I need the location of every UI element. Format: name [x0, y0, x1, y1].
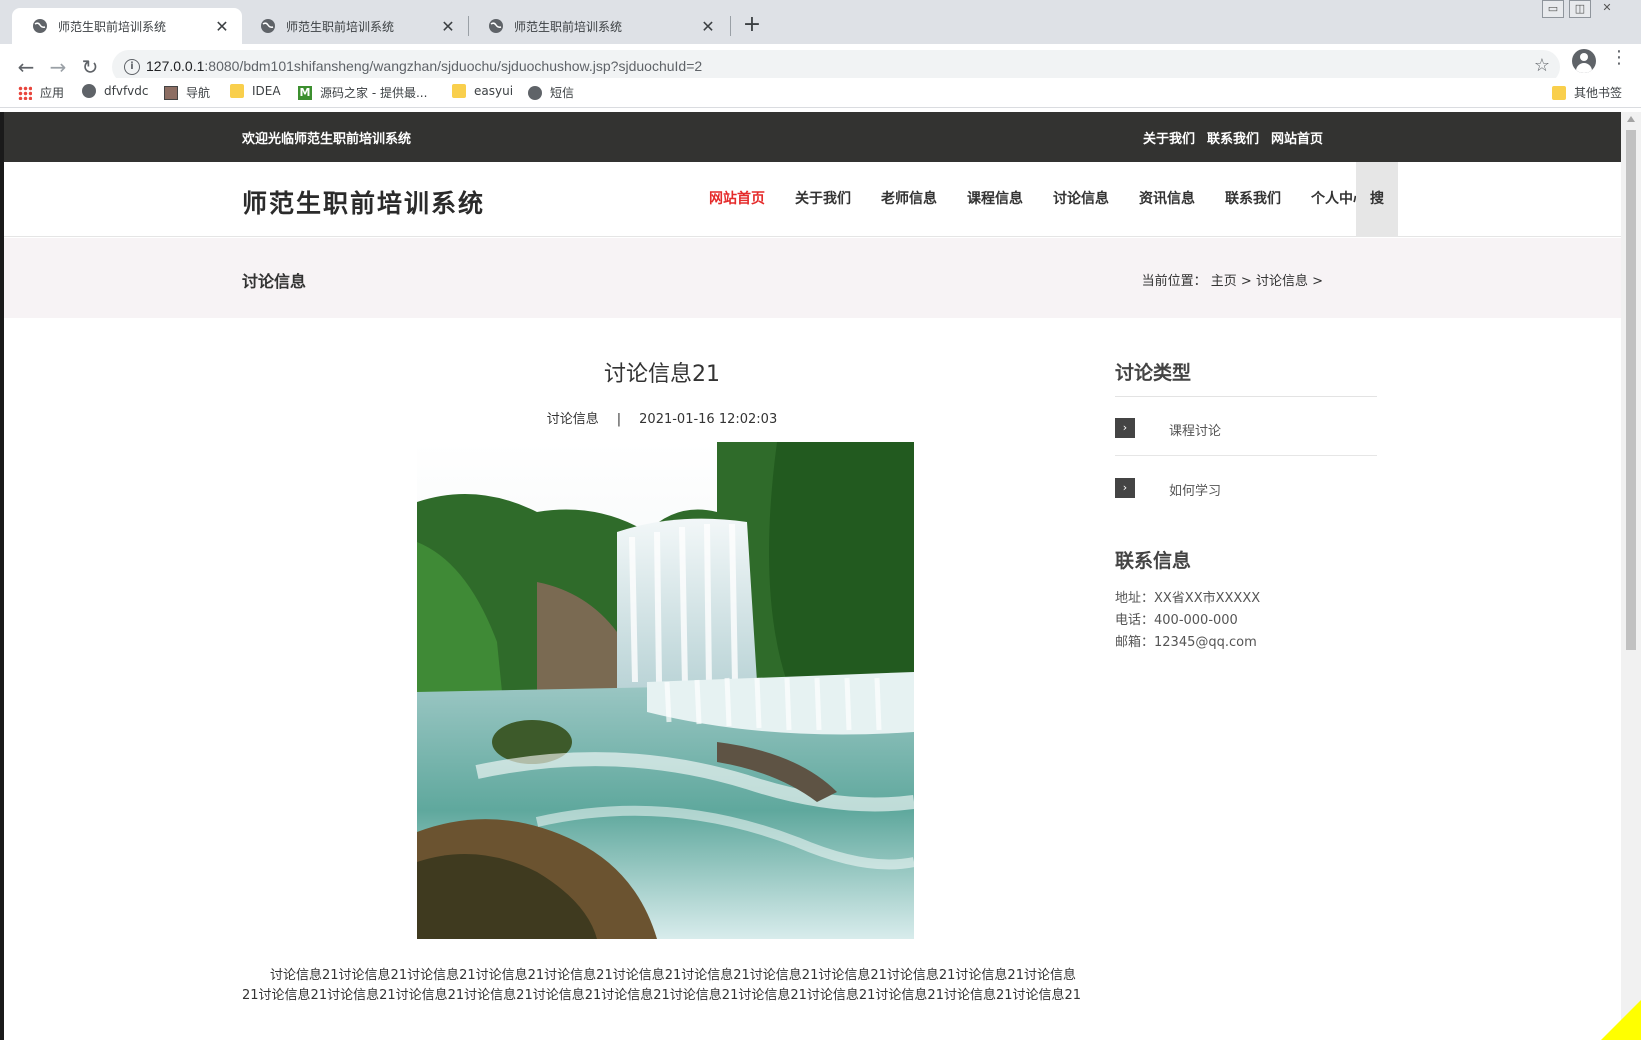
- browser-tab-bar: 师范生职前培训系统 ✕ 师范生职前培训系统 ✕ 师范生职前培训系统 ✕ + ▭ …: [0, 0, 1641, 44]
- bookmark-nav[interactable]: 导航: [164, 84, 210, 101]
- corner-marker: [1601, 1000, 1641, 1040]
- contact-email: 邮箱：12345@qq.com: [1115, 635, 1257, 650]
- nav-about[interactable]: 关于我们: [780, 162, 866, 237]
- nav-courses[interactable]: 课程信息: [952, 162, 1038, 237]
- image-icon: [164, 85, 178, 100]
- nav-teachers[interactable]: 老师信息: [866, 162, 952, 237]
- browser-tab-2[interactable]: 师范生职前培训系统 ✕: [240, 8, 468, 44]
- waterfall-illustration: [417, 442, 914, 939]
- browser-tab-1[interactable]: 师范生职前培训系统 ✕: [12, 8, 242, 44]
- bookmark-label: easyui: [474, 84, 514, 98]
- nav-news[interactable]: 资讯信息: [1124, 162, 1210, 237]
- forward-icon[interactable]: →: [46, 56, 70, 78]
- profile-avatar-icon[interactable]: [1572, 49, 1596, 73]
- back-icon[interactable]: ←: [14, 56, 38, 78]
- bookmark-label: 其他书签: [1574, 86, 1623, 100]
- top-strip: 欢迎光临师范生职前培训系统 关于我们 联系我们 网站首页: [4, 112, 1621, 162]
- site-logo[interactable]: 师范生职前培训系统: [242, 184, 485, 220]
- globe-icon: [33, 19, 47, 33]
- tab-title: 师范生职前培训系统: [514, 19, 623, 34]
- bookmark-label: 导航: [186, 86, 211, 100]
- maximize-icon[interactable]: ◫: [1569, 0, 1591, 18]
- close-icon[interactable]: ✕: [440, 17, 456, 36]
- globe-icon: [82, 84, 96, 98]
- tab-separator: [730, 16, 731, 36]
- globe-icon: [489, 19, 503, 33]
- bookmark-yuanma[interactable]: M 源码之家 - 提供最...: [298, 84, 427, 101]
- bookmark-dfvfvdc[interactable]: dfvfvdc: [82, 84, 148, 98]
- globe-icon: [528, 85, 542, 100]
- category-heading: 讨论类型: [1115, 362, 1192, 384]
- bookmark-sms[interactable]: 短信: [528, 84, 574, 101]
- site-header: 师范生职前培训系统 网站首页 关于我们 老师信息 课程信息 讨论信息 资讯信息 …: [4, 162, 1621, 237]
- bookmark-label: 源码之家 - 提供最...: [320, 86, 428, 100]
- sidebar-item-course-discussion[interactable]: › 课程讨论: [1115, 396, 1377, 456]
- page-scrollbar[interactable]: [1621, 112, 1641, 1040]
- waterfall-photo: [417, 442, 914, 939]
- m-logo-icon: M: [298, 85, 312, 100]
- folder-icon: [230, 84, 244, 98]
- browser-menu-icon[interactable]: ⋮: [1610, 49, 1628, 67]
- bookmark-label: dfvfvdc: [104, 84, 149, 98]
- new-tab-icon[interactable]: +: [740, 12, 764, 37]
- top-link-home[interactable]: 网站首页: [1271, 128, 1323, 147]
- bookmarks-bar: 应用 dfvfvdc 导航 IDEA M 源码之家 - 提供最... easyui…: [0, 78, 1641, 108]
- contact-phone: 电话：400-000-000: [1115, 613, 1238, 628]
- page-title: 讨论信息: [242, 272, 307, 291]
- tab-title: 师范生职前培训系统: [286, 19, 395, 34]
- top-link-about[interactable]: 关于我们: [1143, 128, 1195, 147]
- article-body: 讨论信息21讨论信息21讨论信息21讨论信息21讨论信息21讨论信息21讨论信息…: [242, 968, 1082, 1003]
- bookmark-label: 应用: [40, 86, 65, 100]
- bookmark-label: 短信: [550, 86, 575, 100]
- folder-icon: [452, 84, 466, 98]
- contact-address: 地址：XX省XX市XXXXX: [1115, 591, 1261, 606]
- article-datetime: 2021-01-16 12:02:03: [639, 412, 778, 427]
- close-window-icon[interactable]: ✕: [1596, 0, 1618, 18]
- main-nav: 网站首页 关于我们 老师信息 课程信息 讨论信息 资讯信息 联系我们 个人中心: [694, 162, 1382, 237]
- page-banner: 讨论信息 当前位置： 主页 > 讨论信息 >: [4, 238, 1621, 318]
- nav-discussions[interactable]: 讨论信息: [1038, 162, 1124, 237]
- tab-title: 师范生职前培训系统: [58, 19, 167, 34]
- apps-icon: [18, 85, 32, 100]
- page-viewport: 欢迎光临师范生职前培训系统 关于我们 联系我们 网站首页 师范生职前培训系统 网…: [4, 112, 1621, 1040]
- welcome-text: 欢迎光临师范生职前培训系统: [242, 132, 412, 147]
- chevron-right-icon: ›: [1115, 418, 1135, 438]
- scrollbar-thumb[interactable]: [1626, 130, 1636, 650]
- sidebar-item-label: 课程讨论: [1169, 424, 1222, 439]
- minimize-icon[interactable]: ▭: [1542, 0, 1564, 18]
- info-icon[interactable]: i: [124, 59, 140, 75]
- contact-info: 地址：XX省XX市XXXXX 电话：400-000-000 邮箱：12345@q…: [1115, 588, 1260, 654]
- bookmark-other[interactable]: 其他书签: [1552, 84, 1622, 101]
- top-link-contact[interactable]: 联系我们: [1207, 128, 1259, 147]
- close-icon[interactable]: ✕: [214, 17, 230, 36]
- bookmark-idea[interactable]: IDEA: [230, 84, 281, 98]
- bookmark-star-icon[interactable]: ☆: [1534, 55, 1550, 76]
- nav-home[interactable]: 网站首页: [694, 162, 780, 237]
- contact-heading: 联系信息: [1115, 550, 1192, 572]
- breadcrumb: 当前位置： 主页 > 讨论信息 >: [1141, 274, 1323, 289]
- globe-icon: [261, 19, 275, 33]
- bookmark-easyui[interactable]: easyui: [452, 84, 513, 98]
- reload-icon[interactable]: ↻: [78, 56, 102, 78]
- article-category: 讨论信息: [546, 412, 599, 427]
- article-title: 讨论信息21: [604, 362, 720, 387]
- folder-icon: [1552, 85, 1566, 100]
- url-text: 127.0.0.1:8080/bdm101shifansheng/wangzha…: [146, 58, 702, 74]
- browser-tab-3[interactable]: 师范生职前培训系统 ✕: [468, 8, 728, 44]
- search-button[interactable]: 搜: [1356, 162, 1398, 237]
- close-icon[interactable]: ✕: [700, 17, 716, 36]
- sidebar-item-how-to-learn[interactable]: › 如何学习: [1115, 456, 1377, 516]
- nav-contact[interactable]: 联系我们: [1210, 162, 1296, 237]
- meta-separator: |: [616, 412, 622, 427]
- sidebar-item-label: 如何学习: [1169, 484, 1222, 499]
- article-meta: 讨论信息 | 2021-01-16 12:02:03: [242, 408, 1082, 427]
- url-host: 127.0.0.1: [146, 58, 205, 74]
- scroll-up-icon[interactable]: [1627, 116, 1635, 122]
- bookmark-label: IDEA: [252, 84, 281, 98]
- bookmark-apps[interactable]: 应用: [18, 84, 64, 101]
- top-links: 关于我们 联系我们 网站首页: [1143, 128, 1323, 147]
- url-path: :8080/bdm101shifansheng/wangzhan/sjduoch…: [204, 58, 703, 74]
- chevron-right-icon: ›: [1115, 478, 1135, 498]
